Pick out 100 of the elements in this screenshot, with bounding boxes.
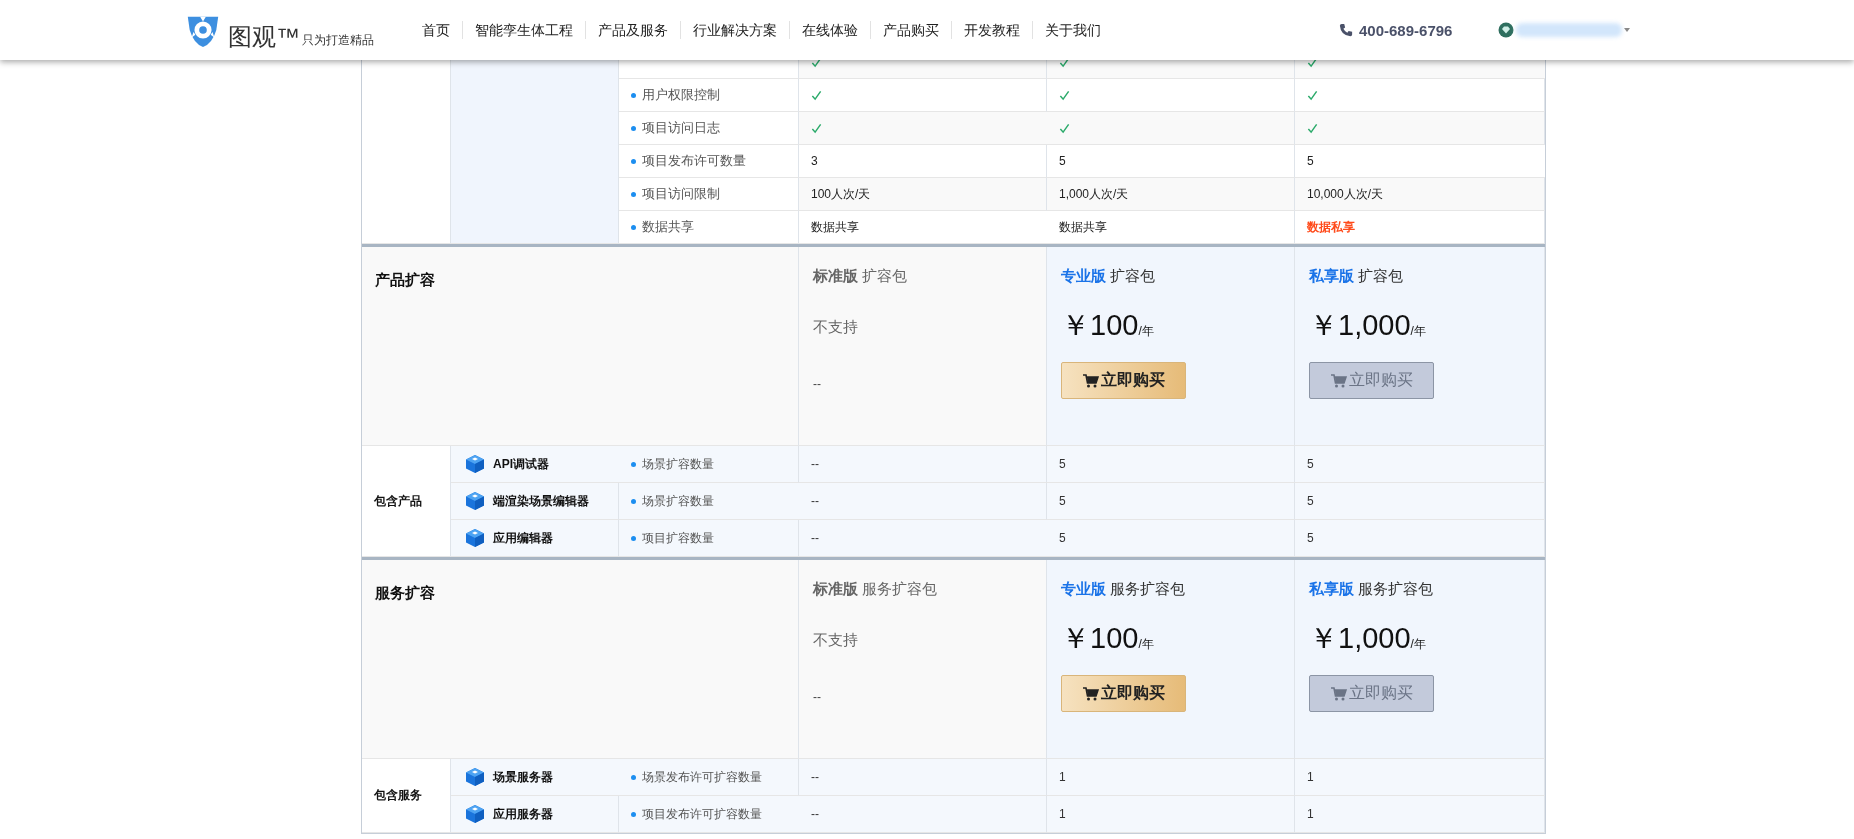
table-cell: -- xyxy=(811,457,819,471)
buy-button[interactable]: 立即购买 xyxy=(1061,362,1186,399)
table-cell: 1 xyxy=(1307,770,1314,784)
nav-link[interactable]: 行业解决方案 xyxy=(680,21,789,39)
cube-icon xyxy=(465,804,485,824)
nav-link[interactable]: 首页 xyxy=(410,21,462,39)
buy-button[interactable]: 立即购买 xyxy=(1061,675,1186,712)
plan-name: 私享版 xyxy=(1309,267,1354,286)
table-cell: 1 xyxy=(1059,770,1066,784)
metric-label: 场景发布许可扩容数量 xyxy=(642,768,762,786)
feature-label: 项目访问限制 xyxy=(642,185,720,203)
table-cell: 5 xyxy=(1307,154,1314,168)
price: ￥1,000 xyxy=(1309,621,1411,656)
bullet-icon xyxy=(631,461,636,467)
feature-label: 用户权限控制 xyxy=(642,86,720,104)
caret-icon xyxy=(1624,28,1631,32)
unsupported-note: 不支持 xyxy=(813,318,858,337)
bullet-icon xyxy=(631,498,636,504)
cart-icon xyxy=(1082,686,1099,701)
table-cell: 5 xyxy=(1059,531,1066,545)
table-cell: 5 xyxy=(1307,531,1314,545)
table-cell: 5 xyxy=(1307,494,1314,508)
cube-icon xyxy=(465,491,485,511)
table-cell: 1,000人次/天 xyxy=(1059,185,1129,203)
price: ￥1,000 xyxy=(1309,308,1411,343)
phone-number: 400-689-6796 xyxy=(1359,21,1453,39)
bullet-icon xyxy=(631,92,636,98)
check-icon xyxy=(1307,122,1318,134)
table-cell: -- xyxy=(811,807,819,821)
bullet-icon xyxy=(631,125,636,131)
price-unit: /年 xyxy=(1138,637,1154,653)
nav-link[interactable]: 产品购买 xyxy=(870,21,951,39)
plan-suffix: 服务扩容包 xyxy=(1110,580,1185,599)
check-icon xyxy=(1059,122,1070,134)
feature-label: 项目访问日志 xyxy=(642,119,720,137)
table-cell: -- xyxy=(811,494,819,508)
nav-link[interactable]: 在线体验 xyxy=(789,21,870,39)
logo-text: 图观™ xyxy=(228,25,300,49)
check-icon xyxy=(811,89,822,101)
nav-link[interactable]: 智能孪生体工程 xyxy=(462,21,585,39)
section-title: 服务扩容 xyxy=(362,560,799,759)
metric-label: 项目扩容数量 xyxy=(642,529,714,547)
cart-icon xyxy=(1330,686,1347,701)
nav-link[interactable]: 开发教程 xyxy=(951,21,1032,39)
table-cell: 5 xyxy=(1307,457,1314,471)
plan-suffix: 扩容包 xyxy=(862,267,907,286)
empty-price-text: -- xyxy=(813,690,821,704)
table-cell: 10,000人次/天 xyxy=(1307,185,1384,203)
table-cell: 数据私享 xyxy=(1307,218,1355,236)
table-cell: 100人次/天 xyxy=(811,185,871,203)
table-cell: 1 xyxy=(1307,807,1314,821)
section-title: 产品扩容 xyxy=(362,247,799,446)
group-label: 包含产品 xyxy=(362,446,451,557)
price-unit: /年 xyxy=(1410,324,1426,338)
bullet-icon xyxy=(631,158,636,164)
group-label: 包含服务 xyxy=(362,759,451,833)
plan-name: 标准版 xyxy=(813,580,858,599)
metric-label: 项目发布许可扩容数量 xyxy=(642,805,762,823)
plan-name: 私享版 xyxy=(1309,580,1354,599)
slogan: 只为打造精品 xyxy=(302,32,374,49)
bullet-icon xyxy=(631,811,636,817)
nav-link[interactable]: 关于我们 xyxy=(1032,21,1113,39)
plan-suffix: 扩容包 xyxy=(1358,267,1403,286)
plan-name: 专业版 xyxy=(1061,267,1106,286)
price: ￥100 xyxy=(1061,621,1139,656)
item-name: API调试器 xyxy=(493,455,549,473)
plan-name: 专业版 xyxy=(1061,580,1106,599)
item-name: 端渲染场景编辑器 xyxy=(493,492,589,510)
table-cell: 5 xyxy=(1059,457,1066,471)
table-cell: 数据共享 xyxy=(811,218,859,236)
table-cell: 1 xyxy=(1059,807,1066,821)
feature-label: 数据共享 xyxy=(642,218,694,236)
metric-label: 场景扩容数量 xyxy=(642,455,714,473)
cart-icon xyxy=(1082,373,1099,388)
table-cell: -- xyxy=(811,770,819,784)
bullet-icon xyxy=(631,535,636,541)
bullet-icon xyxy=(631,191,636,197)
feature-label: 项目发布许可数量 xyxy=(642,152,746,170)
cube-icon xyxy=(465,767,485,787)
empty-price-text: -- xyxy=(813,377,821,391)
bullet-icon xyxy=(631,774,636,780)
metric-label: 场景扩容数量 xyxy=(642,492,714,510)
plan-name: 标准版 xyxy=(813,267,858,286)
cube-icon xyxy=(465,454,485,474)
cube-icon xyxy=(465,528,485,548)
table-cell: 数据共享 xyxy=(1059,218,1107,236)
check-icon xyxy=(1059,89,1070,101)
check-icon xyxy=(1307,89,1318,101)
item-name: 应用服务器 xyxy=(493,805,553,823)
price: ￥100 xyxy=(1061,308,1139,343)
nav-link[interactable]: 产品及服务 xyxy=(585,21,680,39)
plan-suffix: 服务扩容包 xyxy=(1358,580,1433,599)
bullet-icon xyxy=(631,224,636,230)
cart-icon xyxy=(1330,373,1347,388)
item-name: 场景服务器 xyxy=(493,768,553,786)
table-cell: 3 xyxy=(811,154,818,168)
plan-suffix: 扩容包 xyxy=(1110,267,1155,286)
price-unit: /年 xyxy=(1138,324,1154,340)
avatar-icon xyxy=(1498,22,1515,38)
table-cell: 5 xyxy=(1059,494,1066,508)
